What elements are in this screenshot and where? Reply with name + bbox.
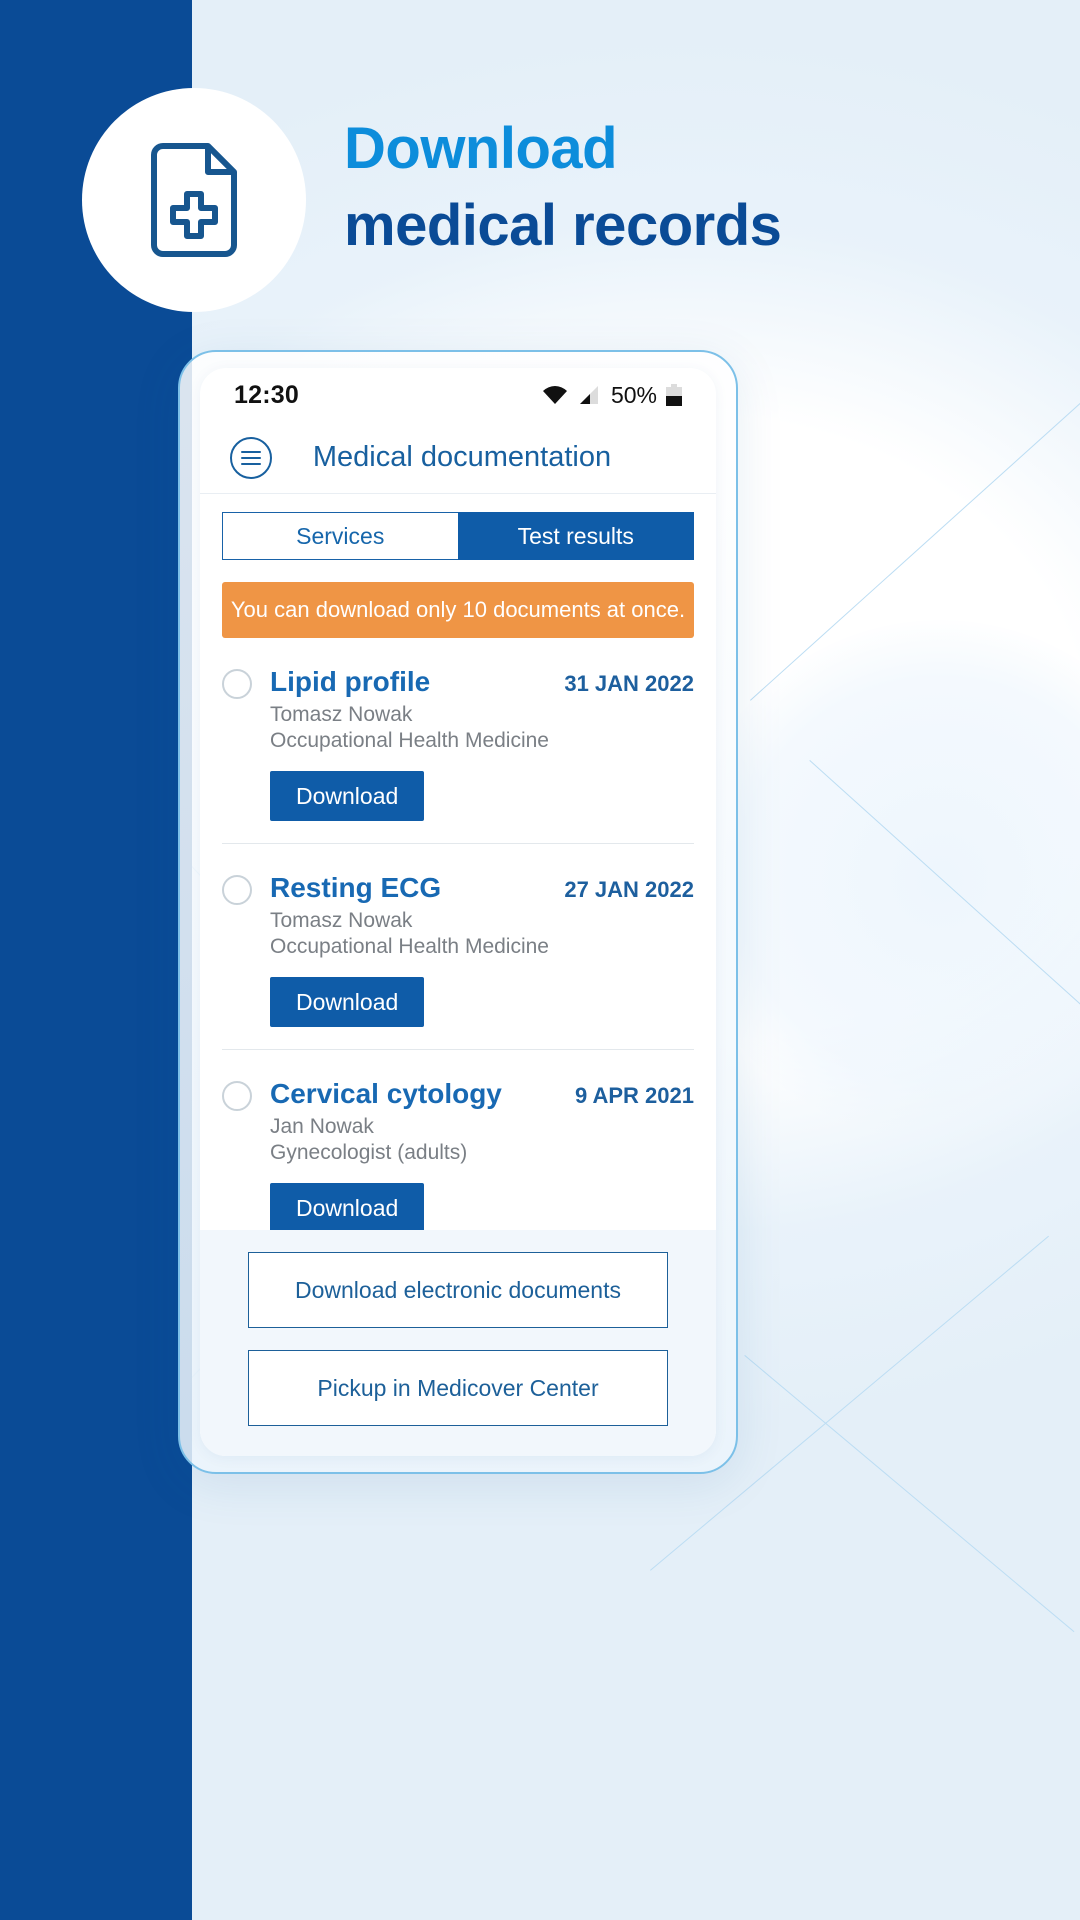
document-date: 31 JAN 2022 — [564, 671, 694, 696]
document-plus-icon — [151, 143, 237, 257]
app-bar-title: Medical documentation — [312, 441, 612, 473]
download-button[interactable]: Download — [270, 771, 425, 821]
list-item[interactable]: Cervical cytology 9 APR 2021 Jan Nowak G… — [222, 1050, 694, 1230]
download-button[interactable]: Download — [270, 977, 425, 1027]
list-item-title-row: Resting ECG 27 JAN 2022 — [270, 872, 694, 904]
document-title: Resting ECG — [270, 872, 442, 903]
page-title: Download medical records — [344, 110, 1004, 264]
battery-half-icon — [666, 384, 682, 406]
select-document-radio[interactable] — [222, 1081, 252, 1111]
document-department: Occupational Health Medicine — [270, 935, 549, 958]
battery-percent-label: 50% — [610, 381, 657, 408]
tab-bar: Services Test results — [222, 512, 694, 560]
document-person: Tomasz Nowak — [270, 909, 413, 932]
status-time: 12:30 — [234, 380, 299, 409]
screenshot-root: Download medical records 12:30 50% Medic… — [0, 0, 1080, 1920]
page-title-line-2: medical records — [344, 193, 782, 259]
cellular-signal-icon — [579, 386, 598, 404]
pickup-in-medicover-center-button[interactable]: Pickup in Medicover Center — [248, 1350, 668, 1426]
document-department: Gynecologist (adults) — [270, 1141, 468, 1164]
select-document-radio[interactable] — [222, 669, 252, 699]
list-item-body: Resting ECG 27 JAN 2022 Tomasz Nowak Occ… — [252, 872, 694, 959]
list-item-header: Lipid profile 31 JAN 2022 Tomasz Nowak O… — [222, 666, 694, 753]
document-department: Occupational Health Medicine — [270, 729, 549, 752]
status-icon-group: 50% — [542, 382, 682, 409]
download-electronic-documents-button[interactable]: Download electronic documents — [248, 1252, 668, 1328]
select-document-radio[interactable] — [222, 875, 252, 905]
document-person: Jan Nowak — [270, 1115, 374, 1138]
document-list: Lipid profile 31 JAN 2022 Tomasz Nowak O… — [222, 638, 694, 1230]
hero-icon-badge — [82, 88, 306, 312]
limit-warning-banner: You can download only 10 documents at on… — [222, 582, 694, 638]
page-title-line-1: Download — [344, 116, 618, 181]
document-title: Cervical cytology — [270, 1078, 502, 1109]
document-date: 9 APR 2021 — [574, 1083, 694, 1108]
download-button[interactable]: Download — [270, 1183, 425, 1230]
tab-services[interactable]: Services — [222, 512, 458, 560]
list-item-title-row: Cervical cytology 9 APR 2021 — [270, 1078, 694, 1110]
list-item-body: Lipid profile 31 JAN 2022 Tomasz Nowak O… — [252, 666, 694, 753]
document-date: 27 JAN 2022 — [564, 877, 694, 902]
list-item-header: Resting ECG 27 JAN 2022 Tomasz Nowak Occ… — [222, 872, 694, 959]
list-item-header: Cervical cytology 9 APR 2021 Jan Nowak G… — [222, 1078, 694, 1165]
document-title: Lipid profile — [270, 666, 431, 697]
list-item-title-row: Lipid profile 31 JAN 2022 — [270, 666, 694, 698]
app-bar: Medical documentation — [200, 422, 716, 494]
status-bar: 12:30 50% — [200, 368, 716, 422]
list-item[interactable]: Lipid profile 31 JAN 2022 Tomasz Nowak O… — [222, 638, 694, 844]
document-person: Tomasz Nowak — [270, 703, 413, 726]
list-item[interactable]: Resting ECG 27 JAN 2022 Tomasz Nowak Occ… — [222, 844, 694, 1050]
phone-footer: Download electronic documents Pickup in … — [200, 1230, 716, 1456]
wifi-icon — [542, 386, 567, 404]
list-item-body: Cervical cytology 9 APR 2021 Jan Nowak G… — [252, 1078, 694, 1165]
phone-screen: 12:30 50% Medical documentation Services… — [200, 368, 716, 1456]
hamburger-menu-icon — [241, 450, 261, 465]
tab-test-results[interactable]: Test results — [457, 512, 694, 560]
hamburger-menu-button[interactable] — [230, 436, 272, 479]
